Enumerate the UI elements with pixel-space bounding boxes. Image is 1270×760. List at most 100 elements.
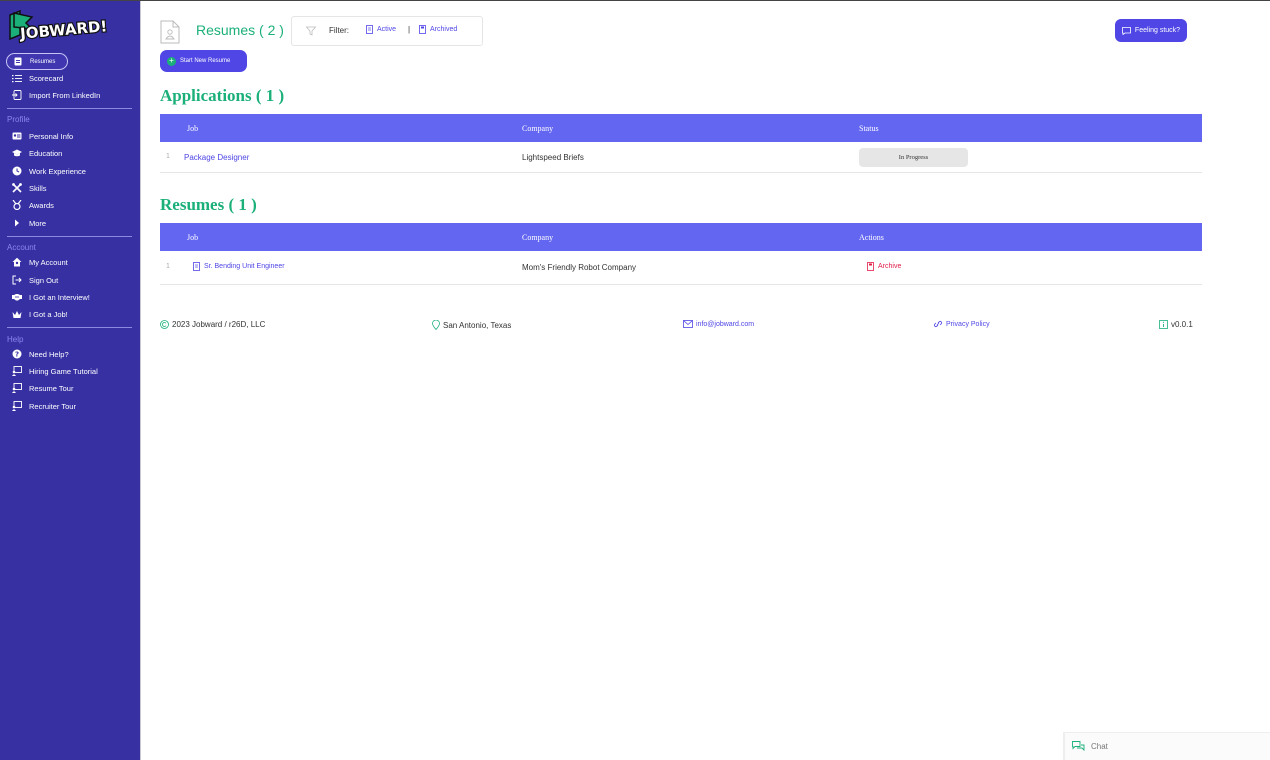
archive-icon [867,262,874,271]
archive-label: Archive [878,263,902,270]
sidebar-item-need-help[interactable]: ? Need Help? [8,346,69,362]
sidebar-item-label: I Got a Job! [29,309,68,319]
svg-text:?: ? [15,351,19,359]
sidebar-item-awards[interactable]: Awards [8,197,54,213]
sidebar-item-label: Hiring Game Tutorial [29,366,98,376]
resumes-table-header: Job Company Actions [160,223,1202,251]
sidebar: JOBWARD! Resumes Scorecard Import From L… [0,1,140,760]
column-header-company: Company [522,233,554,242]
resumes-title: Resumes ( 1 ) [160,195,257,214]
envelope-icon [683,320,693,328]
map-pin-icon [432,320,440,330]
feeling-stuck-label: Feeling stuck? [1134,27,1181,34]
crown-icon [12,309,22,319]
sidebar-item-label: Sign Out [29,275,59,285]
copyright-text: 2023 Jobward / r26D, LLC [172,320,266,329]
jobward-logo[interactable]: JOBWARD! [8,9,118,49]
feeling-stuck-button[interactable]: Feeling stuck? [1115,19,1187,42]
caret-right-icon [12,218,22,228]
resume-job-link[interactable]: Sr. Bending Unit Engineer [193,262,285,271]
logo-text: JOBWARD! [18,17,108,43]
email-link[interactable]: info@jobward.com [696,321,754,328]
start-new-resume-button[interactable]: + Start New Resume [160,50,247,72]
sidebar-item-label: Resume Tour [29,383,74,393]
plus-icon: + [167,56,176,66]
question-icon: ? [12,349,22,359]
archive-doc-icon [419,25,426,34]
sidebar-item-work-experience[interactable]: Work Experience [8,163,86,179]
sidebar-item-label: Education [29,148,63,158]
sidebar-divider [7,327,132,328]
sidebar-item-label: Personal Info [29,131,74,141]
filter-archived-link[interactable]: Archived [419,25,457,34]
sidebar-item-hiring-game-tutorial[interactable]: Hiring Game Tutorial [8,363,98,379]
footer-privacy[interactable]: Privacy Policy [933,320,990,328]
version-text: v0.0.1 [1171,320,1193,329]
resume-job-label: Sr. Bending Unit Engineer [204,263,285,270]
sidebar-item-label: Need Help? [29,349,69,359]
document-icon [366,25,373,34]
resume-document-icon [160,20,180,44]
sidebar-item-import-linkedin[interactable]: Import From LinkedIn [8,87,100,103]
sidebar-item-my-account[interactable]: My Account [8,254,68,270]
sidebar-item-personal-info[interactable]: Personal Info [8,128,73,144]
sidebar-item-label: My Account [29,257,68,267]
chat-widget[interactable]: Chat [1063,732,1270,760]
home-icon [12,257,22,267]
footer-location: San Antonio, Texas [432,320,511,330]
filter-separator: | [408,25,411,34]
sidebar-item-sign-out[interactable]: Sign Out [8,272,58,288]
sidebar-item-label: Recruiter Tour [29,401,76,411]
handshake-icon [12,292,22,302]
footer-version: v0.0.1 [1159,320,1193,329]
tour-icon [12,383,22,393]
chat-icon [1072,741,1085,752]
link-icon [933,320,943,328]
section-label-account: Account [7,243,36,252]
chat-label: Chat [1091,742,1108,751]
sign-out-icon [12,275,22,285]
tools-icon [12,183,22,193]
sidebar-item-education[interactable]: Education [8,145,62,161]
footer-email[interactable]: info@jobward.com [683,320,754,328]
status-badge: In Progress [859,148,968,167]
archive-button[interactable]: Archive [867,262,901,271]
sidebar-item-scorecard[interactable]: Scorecard [8,70,63,86]
table-row: 1 Sr. Bending Unit Engineer Mom's Friend… [160,251,1202,285]
section-label-profile: Profile [7,115,30,124]
sidebar-item-label: Resumes [30,58,56,65]
sidebar-item-label: Work Experience [29,166,86,176]
sidebar-item-got-interview[interactable]: I Got an Interview! [8,289,90,305]
copyright-icon [160,320,169,329]
filter-label: Filter: [329,26,349,35]
clock-icon [12,166,22,176]
sidebar-item-label: Awards [29,200,54,210]
applications-title: Applications ( 1 ) [160,86,285,105]
sidebar-divider [7,108,132,109]
id-card-icon [12,131,22,141]
column-header-job: Job [187,124,199,133]
sidebar-divider [7,236,132,237]
privacy-policy-link[interactable]: Privacy Policy [946,321,990,328]
location-text: San Antonio, Texas [443,320,512,330]
row-index: 1 [166,263,170,270]
sidebar-item-label: I Got an Interview! [29,292,90,302]
sidebar-item-label: More [29,218,47,228]
sidebar-item-resumes[interactable]: Resumes [6,53,68,70]
document-icon [193,262,200,271]
start-new-resume-label: Start New Resume [180,58,231,64]
sidebar-item-more[interactable]: More [8,215,46,231]
filter-bar: Filter: Active | Archived [291,16,483,46]
job-link[interactable]: Package Designer [184,153,249,162]
sidebar-item-skills[interactable]: Skills [8,180,47,196]
info-icon [1159,320,1168,329]
sidebar-item-resume-tour[interactable]: Resume Tour [8,380,73,396]
section-label-help: Help [7,335,24,344]
sidebar-item-recruiter-tour[interactable]: Recruiter Tour [8,398,76,414]
page-title: Resumes ( 2 ) [196,22,284,38]
column-header-actions: Actions [859,233,884,242]
sidebar-item-got-job[interactable]: I Got a Job! [8,306,68,322]
filter-active-link[interactable]: Active [366,25,396,34]
tutorial-icon [12,366,22,376]
medal-icon [12,200,22,210]
